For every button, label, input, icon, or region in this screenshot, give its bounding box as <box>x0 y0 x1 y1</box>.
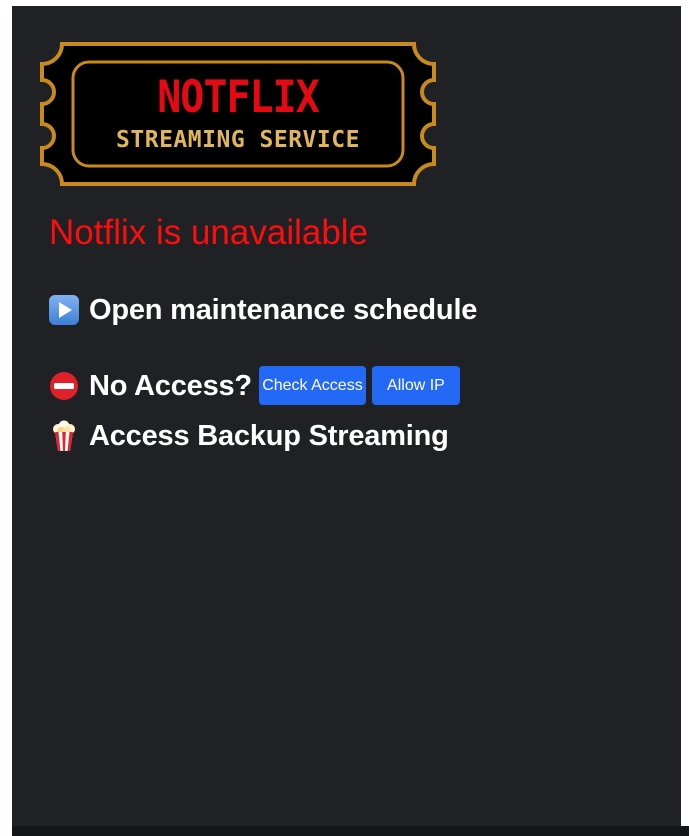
status-headline: Notflix is unavailable <box>49 213 369 252</box>
no-entry-icon <box>48 370 80 402</box>
allow-ip-button[interactable]: Allow IP <box>371 366 460 405</box>
notflix-logo: NOTFLIX STREAMING SERVICE <box>36 38 440 190</box>
play-button-icon <box>48 294 80 326</box>
popcorn-icon <box>48 420 80 452</box>
access-row: No Access? Check Access Allow IP <box>48 366 460 405</box>
backup-streaming-link[interactable]: Access Backup Streaming <box>48 418 449 454</box>
maintenance-link[interactable]: Open maintenance schedule <box>48 292 477 328</box>
bottom-bar <box>12 826 689 836</box>
maintenance-label: Open maintenance schedule <box>89 294 478 326</box>
window-gutter <box>681 6 689 826</box>
no-access-label: No Access? <box>89 369 252 402</box>
check-access-button[interactable]: Check Access <box>258 366 366 405</box>
logo-title: NOTFLIX <box>156 71 320 124</box>
backup-streaming-label: Access Backup Streaming <box>89 420 449 452</box>
logo-subtitle: STREAMING SERVICE <box>91 124 385 156</box>
